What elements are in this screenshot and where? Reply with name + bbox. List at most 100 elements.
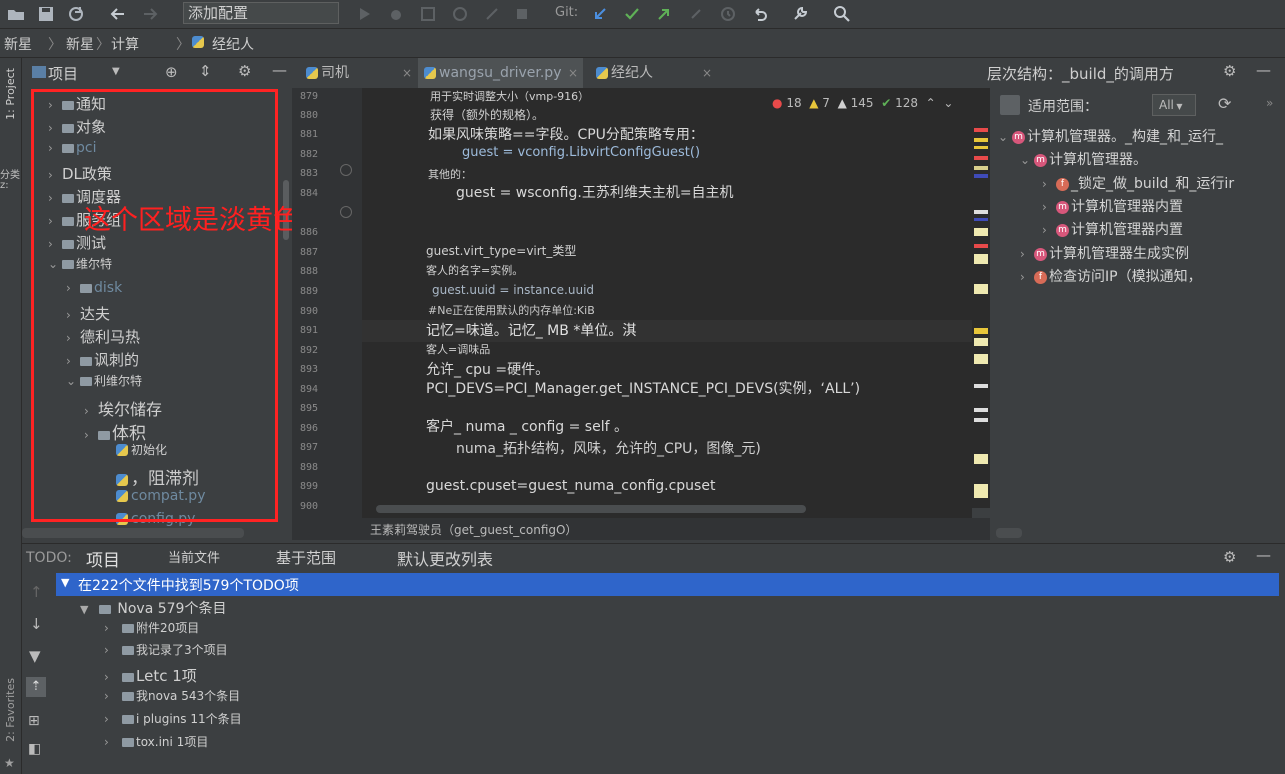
run-icon[interactable]: [354, 4, 374, 24]
refresh-icon[interactable]: ⟳: [1218, 94, 1231, 113]
chevron-right-icon[interactable]: ›: [1042, 177, 1056, 191]
chevron-right-icon[interactable]: ›: [104, 712, 118, 726]
fold-marker-icon[interactable]: [340, 164, 352, 176]
coverage-icon[interactable]: [418, 4, 438, 24]
code-line[interactable]: guest = vconfig.LibvirtConfigGuest(): [462, 145, 700, 160]
search-icon[interactable]: [832, 4, 852, 24]
hide-icon[interactable]: —: [1256, 61, 1271, 79]
hierarchy-tree-item[interactable]: › m 计算机管理器生成实例: [1020, 243, 1189, 263]
git-commit-icon[interactable]: [622, 4, 642, 24]
hierarchy-type-icon[interactable]: [1000, 95, 1020, 115]
chevron-right-icon[interactable]: ›: [1042, 223, 1056, 237]
chevron-right-icon[interactable]: ›: [1020, 270, 1034, 284]
chevron-right-icon[interactable]: ›: [104, 621, 118, 635]
star-icon[interactable]: ★: [4, 756, 15, 770]
gear-icon[interactable]: ⚙: [1223, 62, 1236, 80]
git-update-icon[interactable]: [590, 4, 610, 24]
code-line[interactable]: 客户_ numa _ config = self 。: [426, 416, 628, 436]
fold-marker-icon[interactable]: [340, 206, 352, 218]
hierarchy-tree-item[interactable]: › f 检查访问IP（模拟通知，: [1020, 266, 1202, 286]
hierarchy-tree-item[interactable]: ⌄ m 计算机管理器。: [1020, 149, 1147, 169]
debug-icon[interactable]: [386, 4, 406, 24]
run-configuration-combo[interactable]: 添加配置: [183, 2, 339, 24]
collapse-all-icon[interactable]: ⇕: [199, 62, 212, 80]
sync-icon[interactable]: [66, 4, 86, 24]
wrench-icon[interactable]: [790, 4, 810, 24]
next-highlight-icon[interactable]: ⌄: [943, 96, 953, 110]
code-line[interactable]: numa_拓扑结构，风味，允许的_CPU，图像_元): [456, 438, 761, 458]
error-stripe[interactable]: [972, 88, 990, 508]
todo-tree-item[interactable]: › 我nova 543个条目: [104, 687, 240, 704]
close-tab-icon[interactable]: ×: [402, 58, 412, 88]
preview-pane-icon[interactable]: ◧: [28, 741, 41, 757]
favorites-tool-tab[interactable]: 2: Favorites: [4, 678, 17, 742]
todo-tab-scope[interactable]: 基于范围: [276, 547, 336, 568]
editor-h-scrollbar[interactable]: [362, 504, 972, 514]
chevron-right-icon[interactable]: ›: [104, 735, 118, 749]
code-line[interactable]: 记忆=味道。记忆_ MB *单位。淇: [426, 320, 636, 340]
breadcrumb-item[interactable]: 新星: [4, 34, 32, 54]
close-tab-icon[interactable]: ×: [702, 58, 712, 88]
hierarchy-tree-item[interactable]: › m 计算机管理器内置: [1042, 219, 1183, 239]
chevron-right-icon[interactable]: ›: [1020, 247, 1034, 261]
chevron-down-icon[interactable]: ⌄: [1020, 153, 1034, 167]
chevron-right-icon[interactable]: ›: [104, 689, 118, 703]
filter-icon[interactable]: ▼: [29, 647, 41, 665]
editor-tab[interactable]: 经纪人 ×: [596, 58, 720, 88]
revert-icon[interactable]: [750, 4, 770, 24]
chevron-right-icon[interactable]: ›: [104, 670, 118, 684]
chevron-down-icon[interactable]: ▼: [80, 603, 88, 616]
todo-tree-item[interactable]: › 我记录了3个项目: [104, 641, 228, 658]
todo-tab-changelist[interactable]: 默认更改列表: [397, 546, 493, 570]
todo-tree-item[interactable]: › Letc 1项: [104, 665, 197, 686]
stop-icon[interactable]: [512, 4, 532, 24]
chevron-right-icon[interactable]: ›: [1042, 200, 1056, 214]
editor-tab-active[interactable]: wangsu_driver.py ×: [418, 58, 583, 88]
breadcrumb-item[interactable]: 新星: [66, 34, 94, 54]
todo-tree-item[interactable]: › i plugins 11个条目: [104, 710, 242, 727]
code-line[interactable]: 其他的：: [428, 166, 472, 182]
preview-source-icon[interactable]: ⇡: [26, 677, 46, 697]
todo-tab-project[interactable]: 项目: [86, 546, 120, 571]
profile-icon[interactable]: [450, 4, 470, 24]
hierarchy-h-scrollbar[interactable]: [996, 528, 1022, 538]
todo-tree-item[interactable]: › 附件20项目: [104, 619, 199, 636]
attach-icon[interactable]: [482, 4, 502, 24]
code-line[interactable]: 客人的名字=实例。: [426, 262, 523, 278]
group-by-icon[interactable]: ⊞: [28, 713, 40, 729]
git-compare-icon[interactable]: [686, 4, 706, 24]
back-arrow-icon[interactable]: [108, 4, 128, 24]
code-line[interactable]: guest.virt_type=virt_类型: [426, 242, 576, 259]
hierarchy-tree-item[interactable]: › f _锁定_做_build_和_运行ir: [1042, 173, 1234, 193]
more-icon[interactable]: »: [1266, 96, 1273, 110]
git-push-icon[interactable]: [654, 4, 674, 24]
code-line[interactable]: guest.cpuset=guest_numa_config.cpuset: [426, 478, 715, 494]
code-line[interactable]: 获得（额外的规格）。: [430, 106, 544, 123]
gear-icon[interactable]: ⚙: [1223, 548, 1236, 566]
code-line[interactable]: 如果风味策略==字段。CPU分配策略专用：: [428, 124, 704, 144]
code-line[interactable]: #Ne正在使用默认的内存单位:KiB: [428, 302, 595, 318]
forward-arrow-icon[interactable]: [140, 4, 160, 24]
gear-icon[interactable]: ⚙: [238, 62, 251, 80]
project-panel-title[interactable]: 项目: [48, 63, 78, 84]
code-context-breadcrumb[interactable]: 王素莉驾驶员（get_guest_configO）: [292, 518, 990, 540]
next-todo-icon[interactable]: ↓: [30, 615, 43, 633]
code-line[interactable]: guest.uuid = instance.uuid: [432, 283, 594, 297]
code-line[interactable]: 允许_ cpu =硬件。: [426, 359, 549, 379]
todo-tab-current-file[interactable]: 当前文件: [168, 547, 220, 566]
breadcrumb-item[interactable]: 经纪人: [212, 34, 254, 54]
locate-icon[interactable]: ⊕: [165, 63, 178, 81]
code-line[interactable]: PCI_DEVS=PCI_Manager.get_INSTANCE_PCI_DE…: [426, 378, 860, 398]
view-dropdown-icon[interactable]: ▼: [112, 66, 120, 77]
chevron-down-icon[interactable]: ⌄: [998, 130, 1012, 144]
todo-root-row[interactable]: ▼ Nova 579个条目: [80, 598, 226, 618]
project-h-scrollbar[interactable]: [22, 528, 244, 538]
chevron-down-icon[interactable]: ▼: [61, 576, 69, 589]
save-icon[interactable]: [36, 4, 56, 24]
todo-tree-item[interactable]: › tox.ini 1项目: [104, 733, 208, 750]
previous-todo-icon[interactable]: ↑: [30, 583, 43, 601]
code-line[interactable]: 用于实时调整大小（vmp-916）: [430, 88, 589, 104]
chevron-right-icon[interactable]: ›: [104, 643, 118, 657]
breadcrumb-item[interactable]: 计算: [111, 34, 139, 54]
close-tab-icon[interactable]: ×: [568, 58, 578, 88]
